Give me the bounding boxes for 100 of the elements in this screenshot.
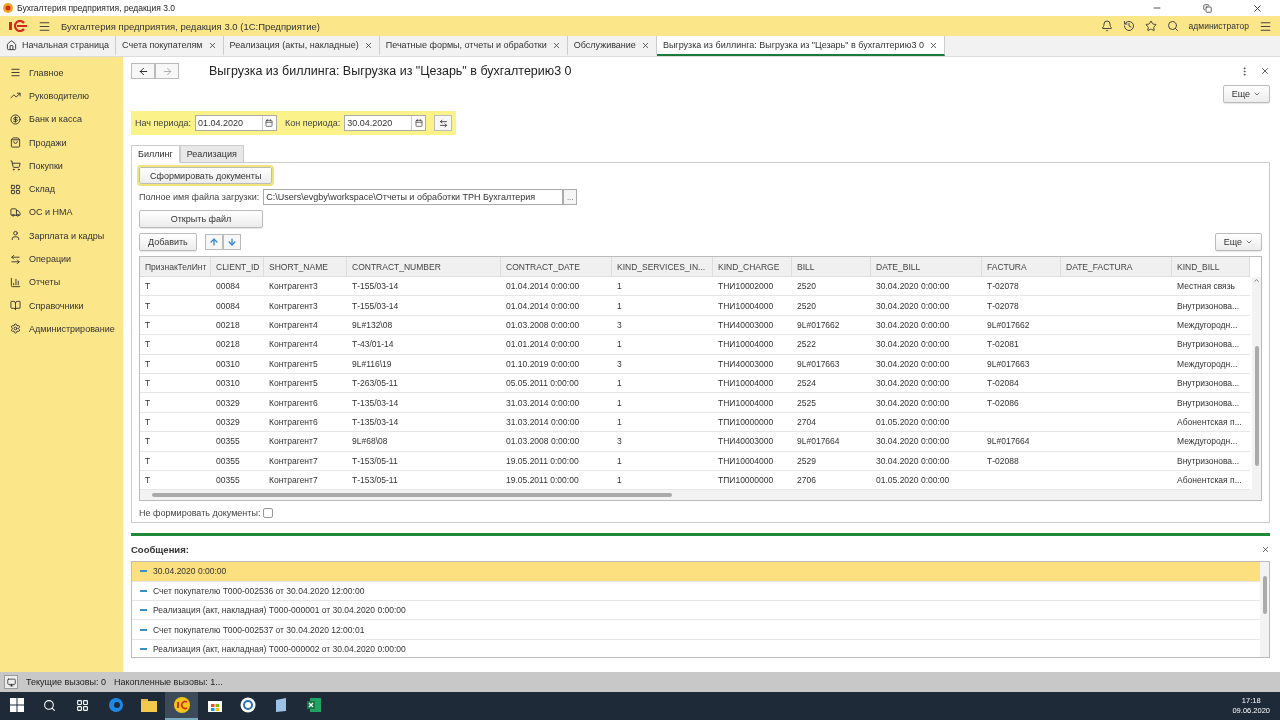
table-cell: 2520 <box>797 300 816 311</box>
table-cell: 01.03.2008 0:00:00 <box>506 319 580 330</box>
arrow-left-icon <box>137 65 149 77</box>
table-cell: Т-02086 <box>987 397 1019 408</box>
generate-button[interactable]: Сформировать документы <box>139 167 273 184</box>
open-file-button[interactable]: Открыть файл <box>139 210 263 228</box>
menu-icon <box>10 67 21 79</box>
close-tab-icon[interactable] <box>363 40 373 50</box>
horizontal-scrollbar[interactable] <box>140 490 1261 501</box>
book-icon <box>10 300 21 312</box>
table-cell: Контрагент7 <box>269 436 318 447</box>
table-cell: Внутризонова... <box>1177 397 1240 408</box>
favorites-button[interactable] <box>1144 20 1157 32</box>
checkbox[interactable] <box>263 508 274 519</box>
close-tab-icon[interactable] <box>551 40 561 50</box>
table-cell: ТНИ40003000 <box>718 358 774 369</box>
move-up-button[interactable] <box>204 234 223 250</box>
start-label: Нач периода: <box>135 118 191 128</box>
column-header[interactable]: SHORT_NAME <box>264 257 347 277</box>
table-cell: Контрагент7 <box>269 455 318 466</box>
sidebar-item[interactable]: Зарплата и кадры <box>0 224 123 248</box>
table-cell: Внутризонова... <box>1177 455 1240 466</box>
form-tab[interactable]: Реализация <box>179 145 244 163</box>
sidebar-item[interactable]: Склад <box>0 177 123 201</box>
table-cell: 3 <box>617 436 622 447</box>
sidebar-item[interactable]: ОС и НМА <box>0 200 123 225</box>
restore-icon <box>1202 3 1212 13</box>
table-cell: 2520 <box>797 281 816 292</box>
back-button[interactable] <box>131 63 155 79</box>
file-path-field[interactable]: C:\Users\evgby\workspace\Отчеты и обработки ТРН Бухгалтерия <box>263 189 564 205</box>
close-button[interactable] <box>1260 66 1270 76</box>
table-cell: ТНИ10002000 <box>718 281 774 292</box>
table-cell: 9L#68\08 <box>352 436 388 447</box>
table-cell: Т-155/03-14 <box>352 300 399 311</box>
table-cell: 00329 <box>216 416 240 427</box>
table-cell: 2525 <box>797 397 816 408</box>
table-cell: Т <box>145 300 151 311</box>
sidebar-item[interactable]: Администрирование <box>0 317 123 341</box>
table-cell: ТНИ10004000 <box>718 378 774 389</box>
settings-menu-button[interactable] <box>1259 19 1272 33</box>
form-tab[interactable]: Биллинг <box>131 145 180 163</box>
more-button[interactable]: Еще <box>1222 85 1270 103</box>
sidebar-item[interactable]: Продажи <box>0 130 123 155</box>
column-header[interactable]: ПризнакТелИнт <box>140 257 211 277</box>
menu-button[interactable] <box>38 19 51 33</box>
message-item[interactable]: 30.04.2020 0:00:00 <box>132 562 1260 582</box>
table-cell: Т <box>145 455 151 466</box>
table-cell: Контрагент4 <box>269 319 318 330</box>
close-tab-icon[interactable] <box>640 40 650 50</box>
column-header[interactable]: FACTURA <box>982 257 1061 277</box>
column-header[interactable]: KIND_SERVICES_IN... <box>612 257 713 277</box>
column-header[interactable]: KIND_BILL <box>1172 257 1250 277</box>
column-header[interactable]: DATE_BILL <box>871 257 982 277</box>
sidebar-item[interactable]: Главное <box>0 61 123 85</box>
app-icon[interactable] <box>172 697 191 713</box>
table-cell: Т-153/05-11 <box>352 475 398 486</box>
sidebar-item[interactable]: Руководителю <box>0 84 123 108</box>
column-header[interactable]: CONTRACT_DATE <box>501 257 612 277</box>
folder-icon[interactable] <box>140 698 157 712</box>
column-header[interactable]: CLIENT_ID <box>211 257 264 277</box>
open-tab[interactable]: Выгрузка из биллинга: Выгрузка из "Цезарь" в бухгалтерию3 0 <box>656 36 945 56</box>
start-date-field[interactable]: 01.04.2020 <box>195 115 277 131</box>
table-cell: ТПИ10000000 <box>718 416 774 427</box>
disc-icon[interactable] <box>239 697 256 713</box>
more-button[interactable]: Еще <box>1214 233 1262 251</box>
close-tab-icon[interactable] <box>928 40 938 50</box>
windows-icon <box>9 698 24 712</box>
sidebar-item[interactable]: Справочники <box>0 293 123 318</box>
table-cell: Т-02078 <box>987 281 1019 292</box>
column-header[interactable]: DATE_FACTURA <box>1061 257 1172 277</box>
table-cell: 1 <box>617 416 622 427</box>
vertical-scrollbar[interactable] <box>1252 277 1261 491</box>
column-header[interactable]: CONTRACT_NUMBER <box>347 257 501 277</box>
spreadsheet-icon[interactable] <box>305 697 322 713</box>
end-date-field[interactable]: 30.04.2020 <box>344 115 427 131</box>
end-label: Кон периода: <box>285 118 341 128</box>
sidebar-item[interactable]: Отчеты <box>0 270 123 294</box>
close-tab-icon[interactable] <box>207 40 217 50</box>
period-button[interactable] <box>434 115 453 131</box>
sidebar-item[interactable]: Операции <box>0 247 123 271</box>
vertical-scrollbar[interactable] <box>1260 562 1269 658</box>
table-cell: ТНИ40003000 <box>718 319 774 330</box>
sidebar-item[interactable]: Покупки <box>0 154 123 178</box>
browse-button[interactable]: ... <box>563 189 578 205</box>
search-button[interactable] <box>1166 20 1179 32</box>
browser-icon[interactable] <box>107 697 124 713</box>
history-button[interactable] <box>1122 20 1135 32</box>
table-cell: ТПИ10000000 <box>718 475 774 486</box>
column-header[interactable]: BILL <box>792 257 871 277</box>
sidebar-item[interactable]: Банк и касса <box>0 107 123 131</box>
add-button[interactable]: Добавить <box>139 233 197 251</box>
scroll-up-icon[interactable] <box>1253 277 1260 284</box>
table-cell: 00329 <box>216 397 240 408</box>
column-header[interactable]: KIND_CHARGE <box>713 257 792 277</box>
close-button[interactable] <box>1261 545 1270 555</box>
user-name[interactable]: администратор <box>1188 21 1249 31</box>
table-cell: ТНИ10004000 <box>718 397 774 408</box>
notifications-button[interactable] <box>1100 20 1113 32</box>
table-cell: 9L#017664 <box>797 436 840 447</box>
table-cell: 30.04.2020 0:00:00 <box>876 281 950 292</box>
